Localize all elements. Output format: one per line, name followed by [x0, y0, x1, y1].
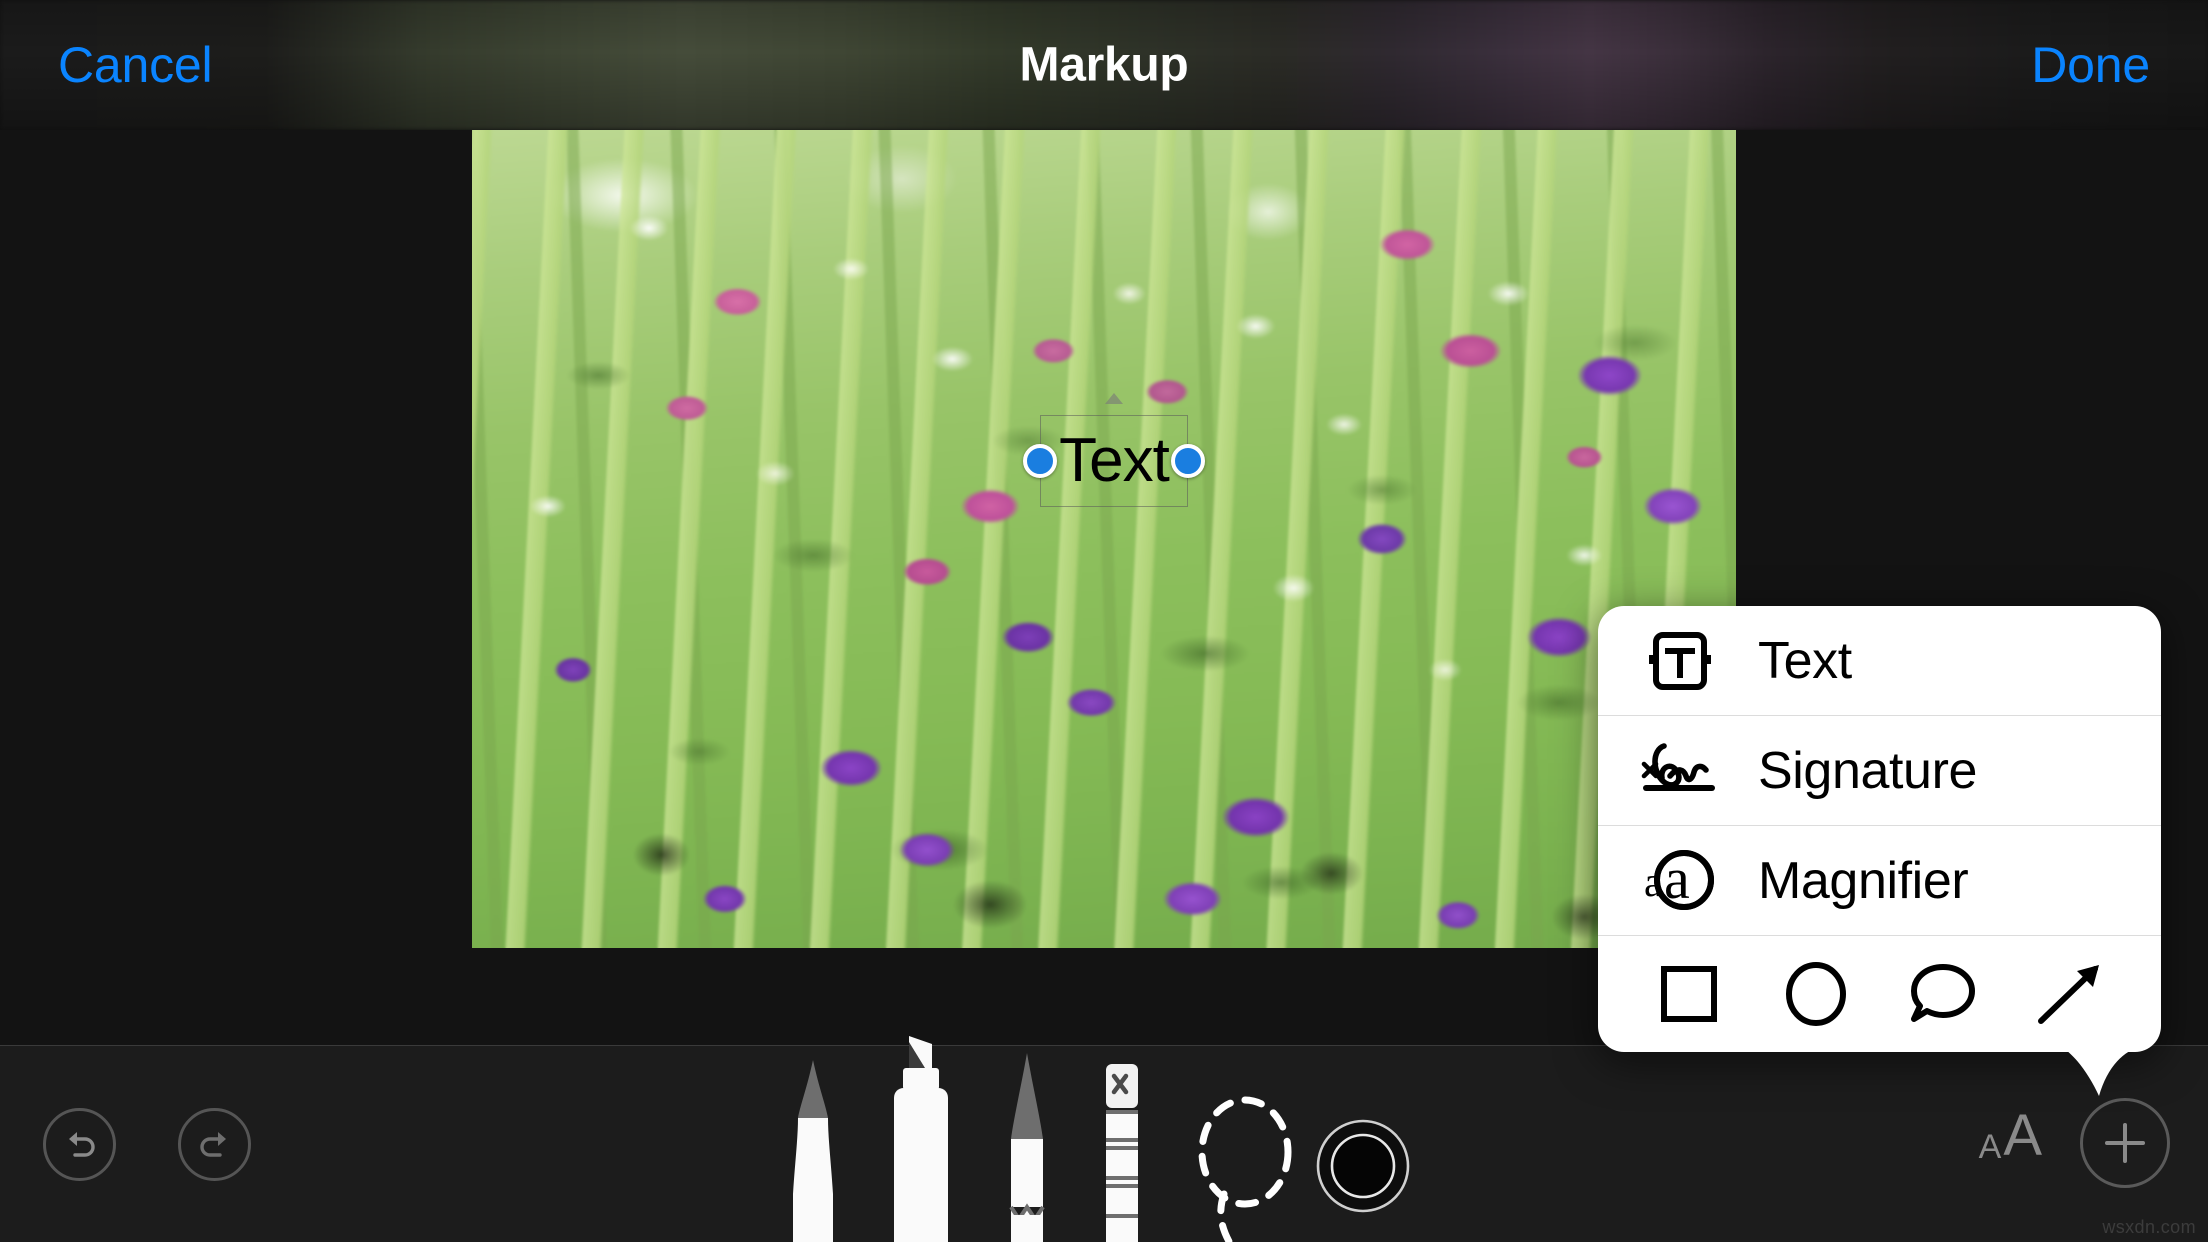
- annotation-label[interactable]: Text: [1040, 430, 1188, 492]
- popover-tail: [2059, 1040, 2143, 1104]
- menu-item-text-label: Text: [1758, 631, 1852, 690]
- shape-circle-button[interactable]: [1768, 946, 1864, 1042]
- square-icon: [1661, 966, 1718, 1022]
- menu-item-magnifier-label: Magnifier: [1758, 851, 1969, 910]
- undo-button[interactable]: [43, 1108, 116, 1181]
- redo-button[interactable]: [178, 1108, 251, 1181]
- arrow-icon: [2037, 965, 2099, 1024]
- lasso-icon: [1198, 1096, 1292, 1242]
- speech-bubble-icon: [1910, 964, 1975, 1022]
- lasso-tool[interactable]: [1190, 1082, 1300, 1242]
- menu-item-text[interactable]: Text: [1598, 606, 2161, 716]
- highlighter-tool[interactable]: [880, 1030, 960, 1242]
- text-annotation[interactable]: Text: [1023, 393, 1205, 507]
- highlighter-icon: [894, 1036, 948, 1242]
- markup-toolbar: A A wsxdn.com: [0, 1036, 2208, 1242]
- pen-tool[interactable]: [778, 1054, 848, 1242]
- eraser-icon: [1106, 1064, 1138, 1242]
- menu-item-signature-label: Signature: [1758, 741, 1977, 800]
- text-size-button[interactable]: A A: [1978, 1103, 2042, 1168]
- redo-arrow-icon: [199, 1131, 226, 1157]
- magnifier-icon: a a: [1634, 841, 1726, 921]
- add-button[interactable]: [2080, 1098, 2170, 1188]
- signature-icon: [1634, 731, 1726, 811]
- watermark: wsxdn.com: [2102, 1217, 2196, 1237]
- shape-square-button[interactable]: [1641, 946, 1737, 1042]
- color-swatch-icon: [1316, 1119, 1410, 1213]
- annotation-handle-left[interactable]: [1023, 444, 1057, 478]
- eraser-tool[interactable]: [1100, 1060, 1144, 1242]
- navigation-bar: Cancel Done Markup: [0, 0, 2208, 130]
- circle-icon: [1786, 962, 1847, 1026]
- done-button[interactable]: Done: [2031, 36, 2150, 94]
- menu-item-signature[interactable]: Signature: [1598, 716, 2161, 826]
- text-size-big-a: A: [2003, 1103, 2042, 1168]
- drawing-tools: [770, 1036, 1430, 1242]
- annotation-handle-right[interactable]: [1171, 444, 1205, 478]
- shape-row: [1598, 936, 2161, 1052]
- markup-add-popover: Text Signature a a Magnifier: [1598, 606, 2161, 1096]
- text-box-icon: [1634, 621, 1726, 701]
- undo-arrow-icon: [68, 1131, 95, 1157]
- pencil-tool[interactable]: [992, 1047, 1062, 1242]
- pencil-icon: [1009, 1053, 1045, 1242]
- photo-blur-overlay: [472, 130, 1736, 948]
- pen-icon: [793, 1060, 833, 1242]
- menu-item-magnifier[interactable]: a a Magnifier: [1598, 826, 2161, 936]
- annotation-caret-icon: [1105, 393, 1123, 404]
- color-swatch-button[interactable]: [1315, 1118, 1411, 1214]
- photo-canvas[interactable]: [472, 130, 1736, 948]
- markup-screen: Text Cancel Done Markup A A wsxdn.com Te…: [0, 0, 2208, 1242]
- text-size-small-a: A: [1978, 1127, 2002, 1166]
- shape-speech-bubble-button[interactable]: [1895, 946, 1991, 1042]
- cancel-button[interactable]: Cancel: [58, 36, 213, 94]
- shape-arrow-button[interactable]: [2022, 946, 2118, 1042]
- plus-icon-vertical: [2123, 1123, 2127, 1163]
